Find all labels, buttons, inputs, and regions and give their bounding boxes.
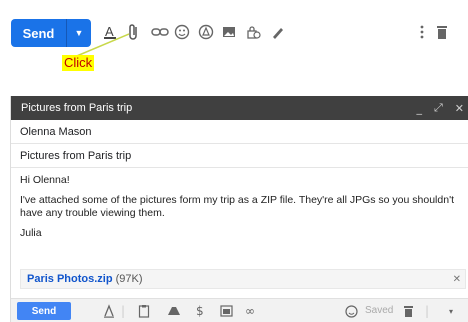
toolbar-divider: | [121, 304, 126, 318]
message-body[interactable]: Hi Olenna! I've attached some of the pic… [11, 168, 468, 240]
compose-header-title: Pictures from Paris trip [21, 102, 133, 114]
greeting-text: Hi Olenna! [20, 174, 70, 186]
trash-icon[interactable] [432, 22, 452, 42]
more-options-icon[interactable] [412, 22, 432, 42]
message-text: I've attached some of the pictures form … [20, 194, 454, 219]
signature-icon[interactable] [268, 22, 288, 42]
subject-text: Pictures from Paris trip [20, 149, 132, 162]
compose-bottom-toolbar: Send | $ ∞ Saved | ▾ [11, 298, 468, 322]
bottom-send-button[interactable]: Send [17, 302, 71, 320]
attachment-size: (97K) [115, 273, 143, 285]
svg-text:A: A [105, 24, 114, 39]
send-button-label: Send [22, 25, 55, 41]
remove-attachment-icon[interactable]: ✕ [453, 274, 461, 285]
minimize-icon[interactable]: _ [416, 102, 422, 115]
formatting-icon[interactable] [103, 302, 115, 320]
emoji-insert-icon[interactable] [345, 302, 358, 320]
drive-insert-icon[interactable] [167, 302, 181, 320]
insert-link-icon[interactable]: ∞ [245, 302, 255, 320]
attachment-chip[interactable]: Paris Photos.zip (97K) ✕ [20, 269, 466, 289]
lock-clock-icon[interactable] [243, 22, 263, 42]
saved-status: Saved [365, 305, 394, 316]
signature-text: Julia [20, 227, 42, 239]
photo-icon[interactable] [219, 22, 239, 42]
recipient-name: Olenna Mason [20, 125, 92, 138]
money-icon[interactable]: $ [196, 302, 204, 320]
bottom-send-label: Send [31, 305, 57, 317]
compose-window-controls: _ ⤢ ✕ [416, 96, 464, 120]
emoji-icon[interactable] [172, 22, 192, 42]
more-options-dropdown-icon[interactable]: ▾ [449, 302, 453, 320]
attachment-name[interactable]: Paris Photos.zip [27, 273, 113, 285]
send-button[interactable]: Send ▼ [11, 19, 91, 47]
to-field[interactable]: Olenna Mason [11, 120, 468, 144]
link-icon[interactable] [150, 22, 170, 42]
bottom-divider: | [425, 304, 430, 318]
close-icon[interactable]: ✕ [455, 102, 464, 115]
drive-icon[interactable] [196, 22, 216, 42]
insert-photo-icon[interactable] [220, 302, 233, 320]
attach-icon[interactable] [124, 22, 144, 42]
compose-header: Pictures from Paris trip _ ⤢ ✕ [11, 96, 468, 120]
discard-draft-icon[interactable] [403, 302, 414, 320]
expand-icon[interactable]: ⤢ [434, 101, 443, 115]
text-format-icon[interactable]: A [100, 22, 120, 42]
compose-window: Pictures from Paris trip _ ⤢ ✕ Olenna Ma… [10, 96, 468, 322]
paste-icon[interactable] [138, 302, 150, 320]
subject-field[interactable]: Pictures from Paris trip [11, 144, 468, 168]
send-options-dropdown-icon[interactable]: ▼ [67, 28, 91, 38]
click-annotation-label: Click [62, 55, 95, 71]
